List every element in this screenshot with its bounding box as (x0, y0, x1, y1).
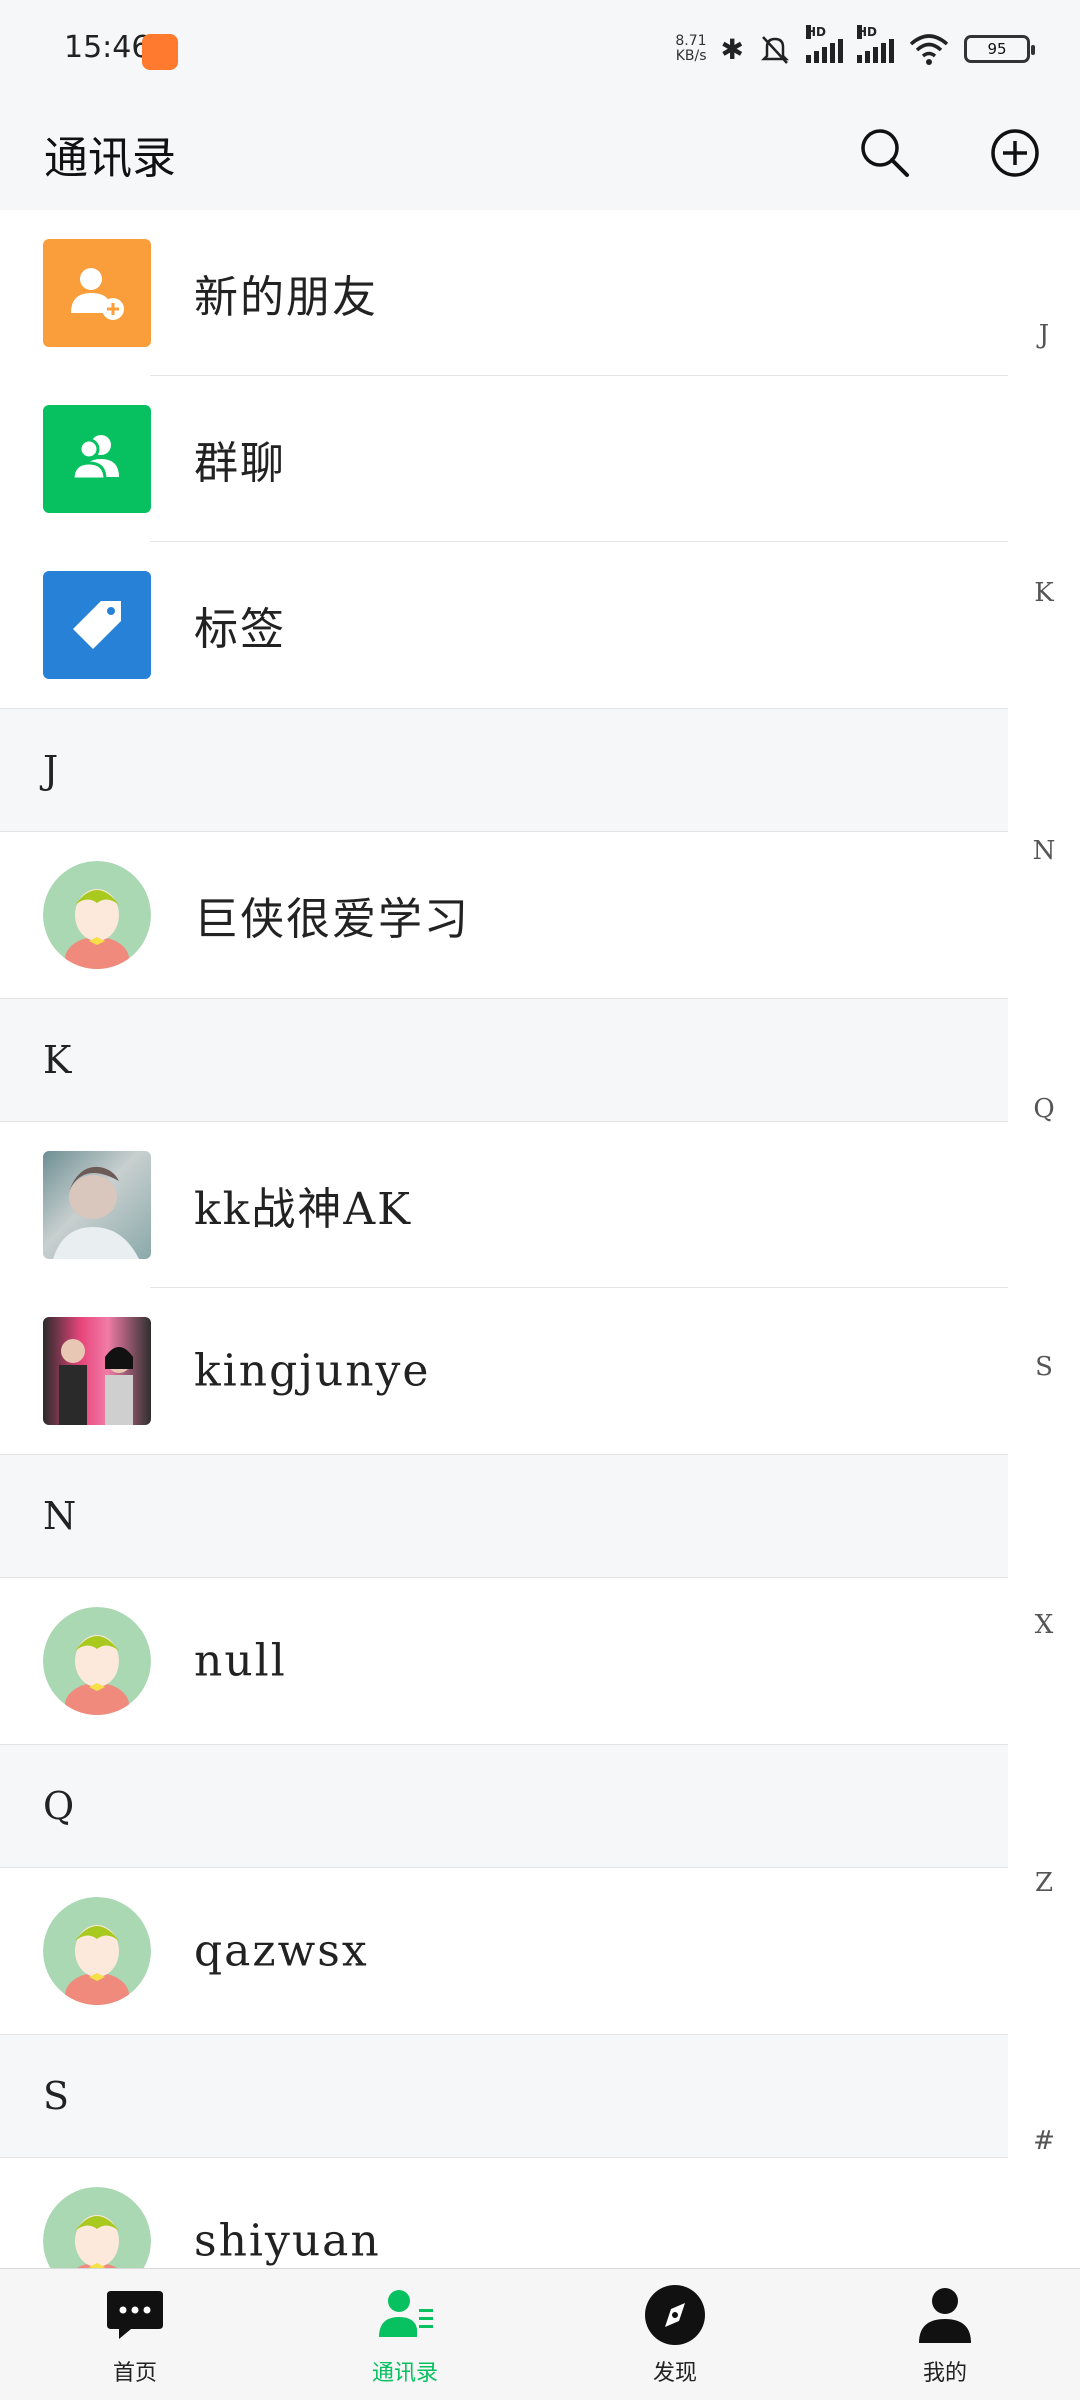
nav-me-label: 我的 (922, 2361, 967, 2386)
nav-me[interactable]: 我的 (810, 2269, 1080, 2400)
default-avatar-icon (43, 861, 151, 969)
nav-contacts[interactable]: 通讯录 (270, 2269, 540, 2400)
section-header-s: S (0, 2034, 1008, 2158)
section-letter: J (43, 748, 59, 792)
header: 通讯录 (0, 96, 1080, 210)
index-letter-z[interactable]: Z (1008, 1868, 1080, 1898)
search-button[interactable] (850, 118, 920, 188)
contact-name: kingjunye (194, 1345, 431, 1397)
nav-discover[interactable]: 发现 (540, 2269, 810, 2400)
search-icon (861, 129, 909, 177)
nav-contacts-label: 通讯录 (371, 2361, 438, 2386)
contact-item[interactable]: qazwsx (0, 1868, 1008, 2034)
battery-level: 95 (987, 40, 1007, 58)
add-friend-icon (43, 239, 151, 347)
contact-name: qazwsx (194, 1925, 369, 1977)
contact-name: kk战神AK (194, 1184, 412, 1235)
group-chat-icon (43, 405, 151, 513)
section-header-q: Q (0, 1744, 1008, 1868)
section-header-j: J (0, 708, 1008, 832)
signal-strength-icon-2: HD (857, 25, 894, 63)
index-letter-x[interactable]: X (1008, 1610, 1080, 1640)
compass-icon (643, 2283, 707, 2347)
contact-list[interactable]: 新的朋友 群聊 标签 J 巨侠很爱学习 K kk战神AK kingjunye N… (0, 210, 1008, 2268)
plus-circle-icon (991, 129, 1039, 177)
contacts-icon (373, 2283, 437, 2347)
battery-icon: 95 (964, 35, 1035, 63)
section-letter: N (43, 1494, 77, 1538)
photo-avatar (43, 1317, 151, 1425)
status-time: 15:46 (64, 30, 151, 65)
contact-item[interactable]: shiyuan (0, 2158, 1008, 2268)
add-button[interactable] (980, 118, 1050, 188)
section-letter: K (43, 1038, 72, 1082)
chat-bubble-icon (103, 2283, 167, 2347)
bluetooth-icon: ✱ (720, 32, 744, 66)
index-letter-k[interactable]: K (1008, 578, 1080, 608)
default-avatar-icon (43, 2187, 151, 2268)
contact-item[interactable]: kk战神AK (0, 1122, 1008, 1288)
page-title: 通讯录 (44, 133, 176, 184)
status-bar: 15:46 8.71 KB/s ✱ HD HD 95 (0, 0, 1080, 96)
section-header-n: N (0, 1454, 1008, 1578)
tags-label: 标签 (194, 604, 286, 655)
index-letter-n[interactable]: N (1008, 836, 1080, 866)
photo-avatar (43, 1151, 151, 1259)
contact-item[interactable]: 巨侠很爱学习 (0, 832, 1008, 998)
group-chat-label: 群聊 (194, 438, 286, 489)
tag-icon (43, 571, 151, 679)
person-icon (913, 2283, 977, 2347)
status-indicators: 8.71 KB/s ✱ HD HD 95 (675, 25, 1035, 72)
contact-item[interactable]: kingjunye (0, 1288, 1008, 1454)
network-speed: 8.71 KB/s (675, 34, 706, 64)
bottom-navigation: 首页 通讯录 发现 我的 (0, 2268, 1080, 2400)
nav-home[interactable]: 首页 (0, 2269, 270, 2400)
section-letter: S (43, 2074, 70, 2118)
wifi-icon (909, 34, 949, 65)
nav-discover-label: 发现 (652, 2361, 697, 2386)
new-friends-item[interactable]: 新的朋友 (0, 210, 1008, 376)
index-letter-q[interactable]: Q (1008, 1094, 1080, 1124)
app-notification-icon (142, 34, 178, 70)
section-header-k: K (0, 998, 1008, 1122)
alphabet-index-bar[interactable]: J K N Q S X Z # (1008, 210, 1080, 2268)
network-speed-unit: KB/s (675, 48, 707, 64)
group-chat-item[interactable]: 群聊 (0, 376, 1008, 542)
default-avatar-icon (43, 1607, 151, 1715)
default-avatar-icon (43, 1897, 151, 2005)
index-letter-j[interactable]: J (1008, 320, 1080, 350)
index-letter-hash[interactable]: # (1008, 2126, 1080, 2156)
nav-home-label: 首页 (112, 2361, 157, 2386)
index-letter-s[interactable]: S (1008, 1352, 1080, 1382)
contact-name: shiyuan (194, 2215, 381, 2267)
network-speed-value: 8.71 (675, 33, 707, 49)
signal-strength-icon: HD (806, 25, 843, 63)
contact-name: 巨侠很爱学习 (194, 894, 470, 945)
tags-item[interactable]: 标签 (0, 542, 1008, 708)
contact-name: null (194, 1635, 287, 1687)
new-friends-label: 新的朋友 (194, 272, 378, 323)
contact-item[interactable]: null (0, 1578, 1008, 1744)
mute-bell-icon (760, 36, 790, 64)
section-letter: Q (43, 1784, 75, 1828)
